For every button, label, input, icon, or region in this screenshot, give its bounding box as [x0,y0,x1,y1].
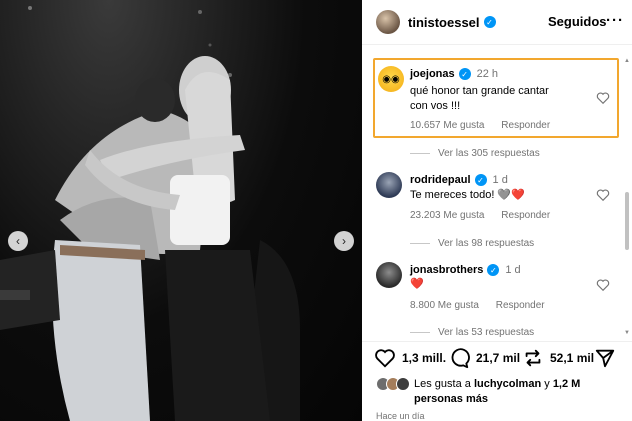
post-sidebar: tinistoessel ✓ Seguidos ··· ◉◉ joejonas … [362,0,632,421]
comment-avatar[interactable] [376,262,402,288]
view-replies-link[interactable]: Ver las 53 respuestas [410,327,534,338]
emoji-face-icon: ◉◉ [382,73,400,85]
comment-likes[interactable]: 8.800 Me gusta [410,300,479,311]
comment-text: Te mereces todo! 🩶❤️ [410,189,525,201]
heart-outline-icon[interactable] [596,91,610,105]
scroll-up-icon[interactable]: ▲ [624,58,630,64]
comment-likes[interactable]: 10.657 Me gusta [410,120,485,131]
post-header: tinistoessel ✓ Seguidos ··· [362,0,632,44]
verified-badge-icon: ✓ [474,174,487,186]
share-send-icon [595,349,615,368]
post-timestamp[interactable]: Hace un día [376,411,425,421]
repost-action[interactable]: 52,1 mil [522,347,594,369]
liked-by-user[interactable]: luchycolman [474,378,541,390]
comment-bubble-icon [451,348,470,369]
replies-dash [410,332,430,333]
divider [362,341,632,342]
comment-header: joejonas ✓ 22 h [410,68,498,80]
replies-label: Ver las 53 respuestas [438,327,535,338]
chevron-left-icon: ‹ [16,234,20,248]
likes-count: 1,3 mill. [402,351,447,365]
comment-username[interactable]: jonasbrothers [410,264,483,276]
chevron-right-icon: › [342,234,346,248]
comment-avatar[interactable]: ◉◉ [378,66,404,92]
liked-by-suffix[interactable]: personas más [414,393,488,405]
liked-by-text: Les gusta a luchycolman y 1,2 M personas… [414,377,614,407]
view-replies-link[interactable]: Ver las 305 respuestas [410,148,540,159]
repost-icon [525,349,541,367]
liked-by-middle: y [541,378,553,390]
reply-button[interactable]: Responder [496,300,545,311]
scroll-thumb[interactable] [625,192,629,250]
reply-button[interactable]: Responder [501,120,550,131]
comments-count: 21,7 mil [476,351,521,365]
view-replies-link[interactable]: Ver las 98 respuestas [410,238,534,249]
reply-button[interactable]: Responder [501,210,550,221]
concert-photo-illustration [0,6,300,421]
replies-label: Ver las 98 respuestas [438,238,535,249]
next-photo-button[interactable]: › [334,231,354,251]
comment-text: qué honor tan grande cantar con vos !!! [410,85,549,112]
previous-photo-button[interactable]: ‹ [8,231,28,251]
comment-text: ❤️ [410,278,424,290]
comment-username[interactable]: joejonas [410,68,455,80]
divider [362,44,632,45]
following-button[interactable]: Seguidos [548,14,607,29]
author-username[interactable]: tinistoessel [408,15,480,30]
replies-dash [410,153,430,154]
comments-scrollbar[interactable]: ▲ ▼ [624,58,630,340]
share-action[interactable] [594,347,622,369]
heart-icon [375,349,395,368]
post-photo: ‹ › [0,0,362,421]
scroll-down-icon[interactable]: ▼ [624,330,630,336]
action-bar: 1,3 mill. 21,7 mil 52,1 mil [362,347,632,373]
verified-badge-icon: ✓ [487,264,500,276]
liked-by-prefix: Les gusta a [414,378,474,390]
like-action[interactable]: 1,3 mill. [374,347,446,369]
liked-by-count[interactable]: 1,2 M [553,378,581,390]
verified-badge-icon: ✓ [458,68,471,80]
comment-time[interactable]: 1 d [493,174,508,186]
author-avatar[interactable] [376,10,400,34]
replies-dash [410,243,430,244]
avatar [396,377,410,391]
comment-username[interactable]: rodridepaul [410,174,471,186]
comment-action[interactable]: 21,7 mil [448,347,520,369]
reposts-count: 52,1 mil [550,351,595,365]
comment-time[interactable]: 1 d [505,264,520,276]
comment-likes[interactable]: 23.203 Me gusta [410,210,485,221]
comment-header: jonasbrothers ✓ 1 d [410,264,521,276]
comment-time[interactable]: 22 h [477,68,498,80]
comment-meta: 23.203 Me gusta Responder [410,210,564,221]
heart-outline-icon[interactable] [596,278,610,292]
liked-by-avatars [376,377,410,391]
heart-outline-icon[interactable] [596,188,610,202]
comment-meta: 10.657 Me gusta Responder [410,120,564,131]
replies-label: Ver las 305 respuestas [438,148,540,159]
more-options-icon[interactable]: ··· [606,12,624,29]
comment-avatar[interactable] [376,172,402,198]
comment-header: rodridepaul ✓ 1 d [410,174,508,186]
comment-meta: 8.800 Me gusta Responder [410,300,559,311]
verified-badge-icon: ✓ [483,16,496,28]
